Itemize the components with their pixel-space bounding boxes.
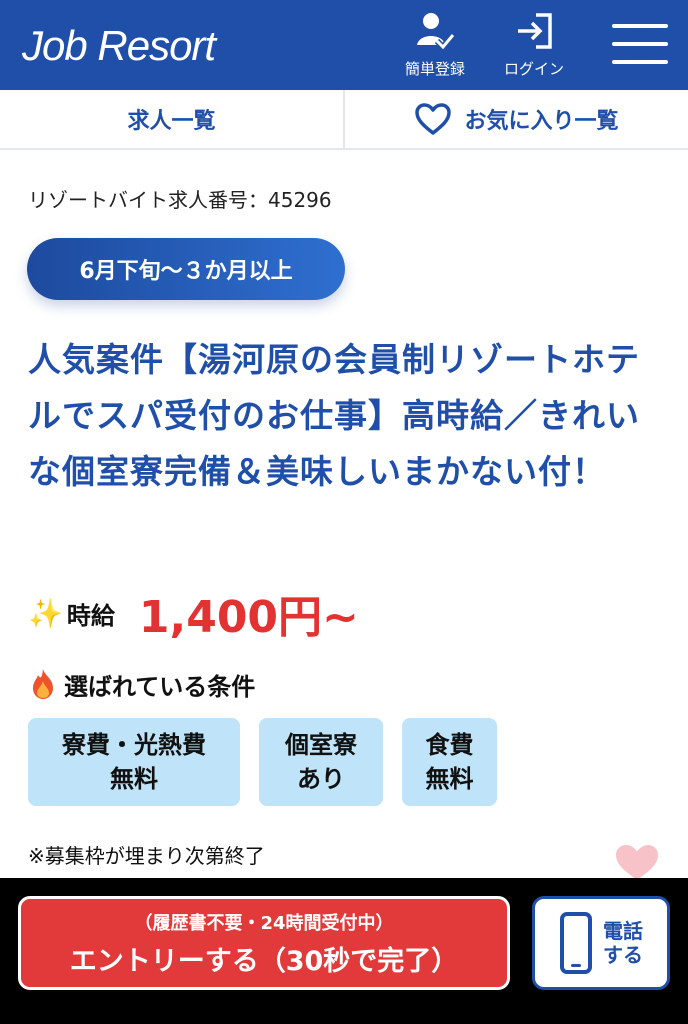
sparkles-icon: ✨ <box>28 596 63 630</box>
site-logo[interactable]: Job Resort <box>22 20 216 72</box>
register-button[interactable]: 簡単登録 <box>393 10 477 82</box>
tab-favorites-label: お気に入り一覧 <box>464 109 619 134</box>
phone-button-label: 電話 する <box>603 919 643 967</box>
job-detail-page: Job Resort 簡単登録 ログイン 求人一覧 お気に入り一覧 リゾートバイ… <box>0 0 688 1024</box>
entry-button-subtext: （履歴書不要・24時間受付中） <box>134 912 394 934</box>
conditions-title: 選ばれている条件 <box>64 672 256 701</box>
sub-navigation: 求人一覧 お気に入り一覧 <box>0 90 688 150</box>
condition-tag: 個室寮 あり <box>259 718 383 806</box>
wage-amount: 1,400円~ <box>138 592 359 643</box>
phone-button[interactable]: 電話 する <box>532 896 670 990</box>
condition-tag: 寮費・光熱費 無料 <box>28 718 240 806</box>
smartphone-icon <box>560 912 592 974</box>
login-button[interactable]: ログイン <box>492 10 576 82</box>
tab-job-list[interactable]: 求人一覧 <box>0 90 343 148</box>
tab-favorites[interactable]: お気に入り一覧 <box>343 90 688 148</box>
condition-tag-line1: 食費 <box>425 731 474 759</box>
fire-icon <box>28 667 58 701</box>
phone-label-line1: 電話 <box>603 919 643 943</box>
wage-label: 時給 <box>66 601 115 630</box>
condition-tag-line1: 個室寮 <box>285 731 357 759</box>
phone-label-line2: する <box>603 943 643 967</box>
heart-icon[interactable] <box>613 842 661 882</box>
period-badge: 6月下旬〜３か月以上 <box>27 238 345 300</box>
condition-tag-line1: 寮費・光熱費 <box>62 731 206 759</box>
wage-row: ✨ 時給 1,400円~ <box>28 578 648 648</box>
conditions-heading: 選ばれている条件 <box>28 664 255 704</box>
register-label: 簡単登録 <box>404 60 465 78</box>
hamburger-menu-icon[interactable] <box>612 22 668 66</box>
user-check-icon <box>415 10 455 52</box>
entry-button-label: エントリーする（30秒で完了） <box>69 945 459 977</box>
condition-tag: 食費 無料 <box>402 718 497 806</box>
login-arrow-icon <box>514 10 554 52</box>
condition-tag-line2: あり <box>297 765 345 793</box>
job-title: 人気案件【湯河原の会員制リゾートホテルでスパ受付のお仕事】高時給／きれいな個室寮… <box>28 340 640 491</box>
condition-tag-line2: 無料 <box>425 765 474 793</box>
recruitment-note: ※募集枠が埋まり次第終了 <box>28 844 265 868</box>
tab-job-list-label: 求人一覧 <box>127 109 216 134</box>
entry-button[interactable]: （履歴書不要・24時間受付中） エントリーする（30秒で完了） <box>18 896 510 990</box>
login-label: ログイン <box>503 60 564 78</box>
condition-tag-line2: 無料 <box>110 765 158 793</box>
heart-outline-icon <box>415 103 452 135</box>
job-number: リゾートバイト求人番号：45296 <box>28 188 332 212</box>
bottom-action-bar: （履歴書不要・24時間受付中） エントリーする（30秒で完了） 電話 する <box>0 878 688 1024</box>
top-header: Job Resort 簡単登録 ログイン <box>0 0 688 90</box>
